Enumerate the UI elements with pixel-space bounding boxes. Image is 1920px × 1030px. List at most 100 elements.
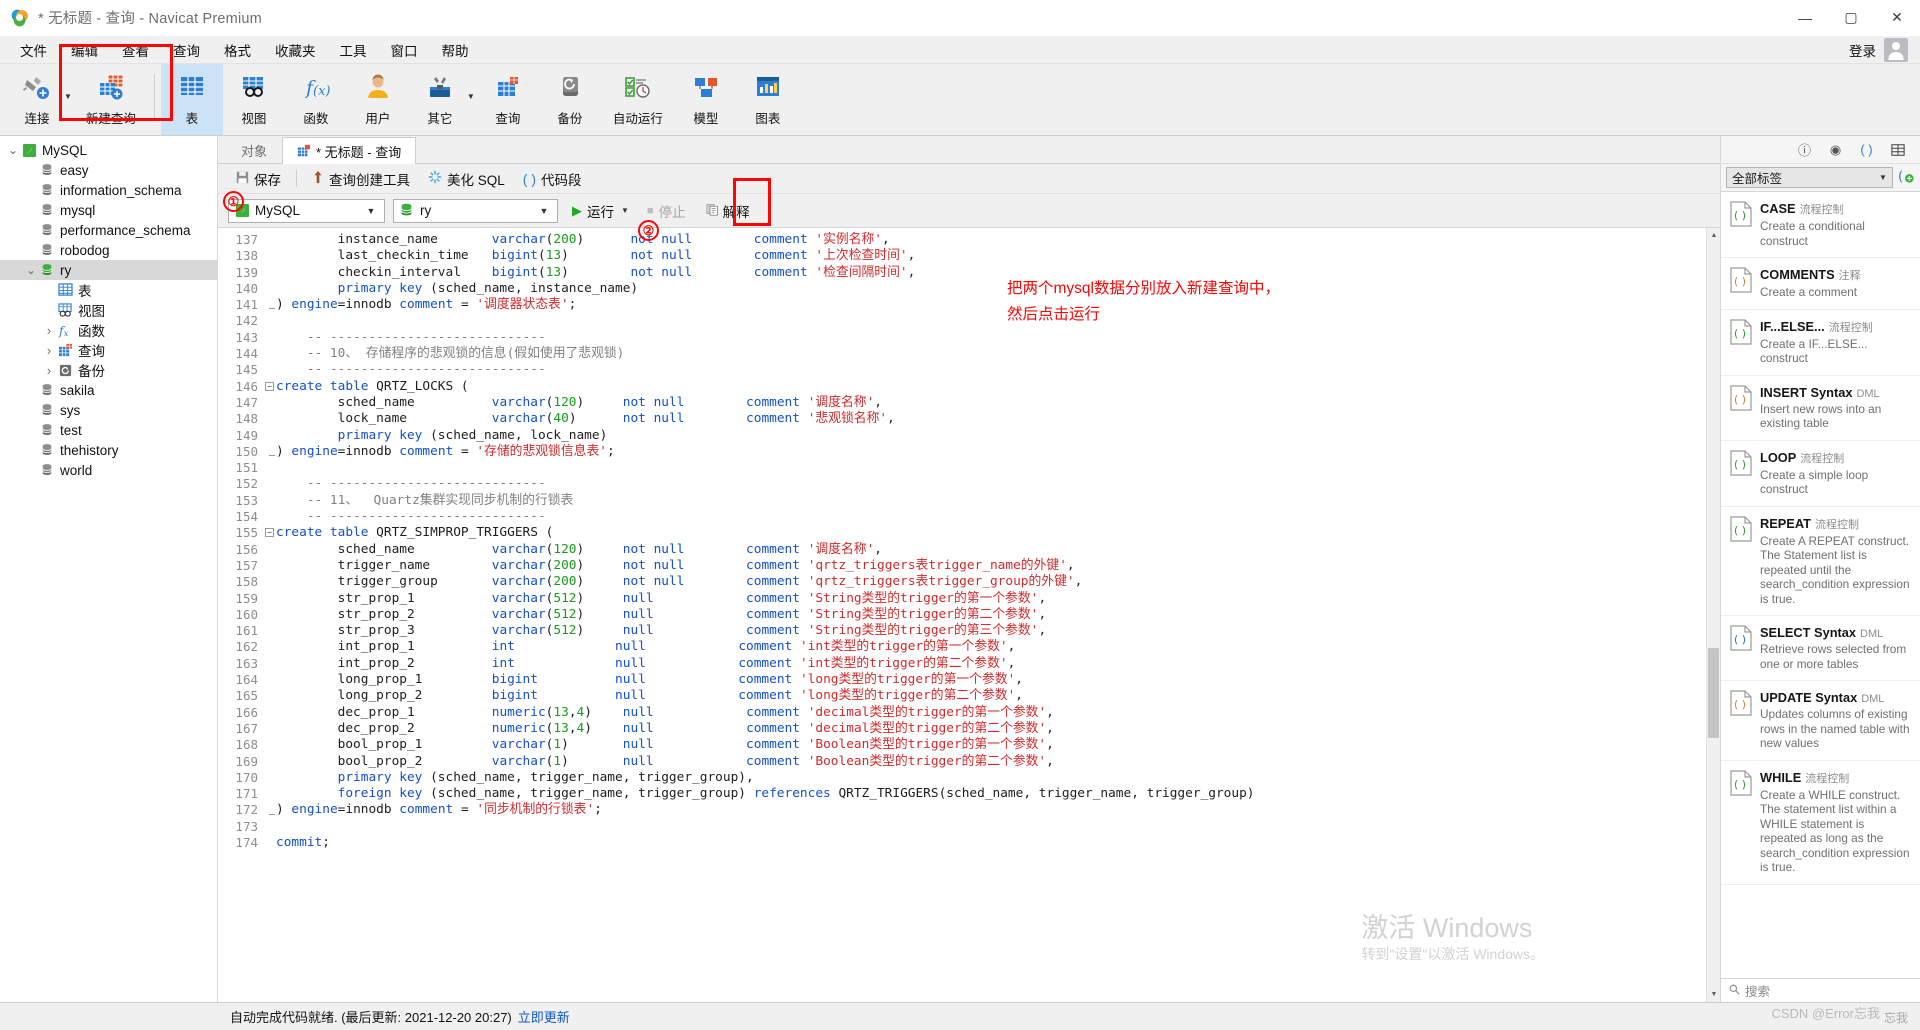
toolbar-others[interactable]: 其它 [409,64,471,135]
snippet-item[interactable]: ( ) COMMENTS 注释 Create a comment [1721,258,1920,310]
tree-item-mysql[interactable]: mysql [0,200,217,220]
tree-item-函数[interactable]: › f x 函数 [0,320,217,340]
snippet-tag-select[interactable]: 全部标签 ▼ [1726,167,1893,188]
preview-icon[interactable]: ◉ [1827,141,1844,158]
snippet-item[interactable]: ( ) UPDATE Syntax DML Updates columns of ex… [1721,681,1920,761]
connection-select[interactable]: MySQL ▼ [228,198,385,223]
code-line[interactable]: ) engine=innodb comment = '调度器状态表'; [276,297,1720,313]
code-line[interactable]: primary key (sched_name, instance_name) [276,281,1720,297]
tree-item-ry[interactable]: ⌄ ry [0,260,217,280]
tab-objects[interactable]: 对象 [226,136,282,163]
code-line[interactable]: dec_prop_2 numeric(13,4) null comment 'd… [276,721,1720,737]
code-line[interactable]: last_checkin_time bigint(13) not null co… [276,248,1720,264]
snippet-item[interactable]: ( ) LOOP 流程控制 Create a simple loop construc… [1721,441,1920,507]
close-button[interactable]: ✕ [1874,0,1920,36]
grid-icon[interactable] [1889,141,1906,158]
code-line[interactable]: create table QRTZ_LOCKS ( [276,379,1720,395]
code-line[interactable]: int_prop_1 int null comment 'int类型的trigg… [276,639,1720,655]
chevron-down-icon[interactable]: ▼ [362,206,380,216]
code-line[interactable]: bool_prop_2 varchar(1) null comment 'Boo… [276,754,1720,770]
toolbar-view[interactable]: 视图 [223,64,285,135]
code-line[interactable]: int_prop_2 int null comment 'int类型的trigg… [276,656,1720,672]
sql-code-area[interactable]: instance_name varchar(200) not null comm… [276,228,1720,1002]
tree-item-thehistory[interactable]: thehistory [0,440,217,460]
menu-item-tools[interactable]: 工具 [328,37,379,63]
toolbar-automation[interactable]: 自动运行 [601,64,675,135]
snippet-icon[interactable]: ( ) [1858,141,1875,158]
code-line[interactable]: long_prop_1 bigint null comment 'long类型的… [276,672,1720,688]
chevron-right-icon[interactable]: › [42,363,56,378]
snippet-list[interactable]: ( ) CASE 流程控制 Create a conditional construc… [1721,192,1920,978]
code-line[interactable]: -- ---------------------------- [276,509,1720,525]
code-line[interactable]: str_prop_3 varchar(512) null comment 'St… [276,623,1720,639]
code-line[interactable]: checkin_interval bigint(13) not null com… [276,265,1720,281]
menu-item-favorites[interactable]: 收藏夹 [263,37,328,63]
tree-item-sys[interactable]: sys [0,400,217,420]
snippet-item[interactable]: ( ) REPEAT 流程控制 Create A REPEAT construct. … [1721,507,1920,616]
code-line[interactable]: sched_name varchar(120) not null comment… [276,542,1720,558]
code-line[interactable]: instance_name varchar(200) not null comm… [276,232,1720,248]
code-line[interactable]: bool_prop_1 varchar(1) null comment 'Boo… [276,737,1720,753]
code-line[interactable]: str_prop_2 varchar(512) null comment 'St… [276,607,1720,623]
tree-item-easy[interactable]: easy [0,160,217,180]
menu-item-query[interactable]: 查询 [161,37,212,63]
code-line[interactable]: trigger_name varchar(200) not null comme… [276,558,1720,574]
toolbar-user[interactable]: 用户 [347,64,409,135]
toolbar-chart[interactable]: 图表 [737,64,799,135]
code-line[interactable]: -- 10、 存储程序的悲观锁的信息(假如使用了悲观锁) [276,346,1720,362]
run-button[interactable]: ▶ 运行 ▼ [566,199,633,223]
beautify-sql-button[interactable]: 美化 SQL [420,167,513,191]
add-snippet-icon[interactable]: ( [1898,168,1915,188]
code-line[interactable]: trigger_group varchar(200) not null comm… [276,574,1720,590]
chevron-right-icon[interactable]: › [42,343,56,358]
code-line[interactable]: -- 11、 Quartz集群实现同步机制的行锁表 [276,493,1720,509]
code-line[interactable]: primary key (sched_name, lock_name) [276,428,1720,444]
code-line[interactable] [276,460,1720,476]
scrollbar-thumb[interactable] [1708,648,1719,738]
run-caret-icon[interactable]: ▼ [621,206,629,215]
snippet-tag-chevron-down-icon[interactable]: ▼ [1876,173,1890,182]
toolbar-table[interactable]: 表 [160,64,223,135]
tree-item-表[interactable]: 表 [0,280,217,300]
avatar[interactable] [1884,37,1908,62]
explain-button[interactable]: 解释 [700,199,756,223]
code-line[interactable]: str_prop_1 varchar(512) null comment 'St… [276,591,1720,607]
editor-vertical-scrollbar[interactable]: ▲ ▼ [1706,228,1720,1002]
snippet-item[interactable]: ( ) IF...ELSE... 流程控制 Create a IF...ELSE...… [1721,310,1920,376]
code-line[interactable]: ) engine=innodb comment = '同步机制的行锁表'; [276,802,1720,818]
code-line[interactable]: -- ---------------------------- [276,476,1720,492]
fold-toggle-icon[interactable]: − [265,381,274,391]
tree-item-备份[interactable]: › 备份 [0,360,217,380]
menu-item-window[interactable]: 窗口 [379,37,430,63]
code-line[interactable]: primary key (sched_name, trigger_name, t… [276,770,1720,786]
snippet-item[interactable]: ( ) SELECT Syntax DML Retrieve rows selecte… [1721,616,1920,681]
chevron-right-icon[interactable]: › [42,323,56,338]
tree-item-MySQL[interactable]: ⌄ MySQL [0,140,217,160]
menu-item-help[interactable]: 帮助 [430,37,481,63]
sql-editor[interactable]: 137 138 139 140 141 142 143 144 145 146 147 148 149 1… [218,228,1720,1002]
tree-item-视图[interactable]: 视图 [0,300,217,320]
snippet-search[interactable]: 搜索 [1721,978,1920,1002]
tab-query[interactable]: * 无标题 - 查询 [282,137,417,164]
menu-item-view[interactable]: 查看 [110,37,161,63]
database-select[interactable]: ry ▼ [393,198,558,223]
toolbar-function[interactable]: f (x) 函数 [285,64,347,135]
toolbar-model[interactable]: 模型 [675,64,737,135]
code-line[interactable]: lock_name varchar(40) not null comment '… [276,411,1720,427]
info-icon[interactable]: ⓘ [1796,141,1813,158]
snippet-item[interactable]: ( ) WHILE 流程控制 Create a WHILE construct. Th… [1721,761,1920,885]
tree-item-information_schema[interactable]: information_schema [0,180,217,200]
minimize-button[interactable]: — [1782,0,1828,36]
tree-item-world[interactable]: world [0,460,217,480]
menu-item-edit[interactable]: 编辑 [59,37,110,63]
toolbar-new-query[interactable]: 新建查询 [74,64,148,135]
code-line[interactable]: -- ---------------------------- [276,362,1720,378]
chevron-down-icon[interactable]: ⌄ [24,263,38,277]
code-line[interactable]: create table QRTZ_SIMPROP_TRIGGERS ( [276,525,1720,541]
chevron-down-icon[interactable]: ⌄ [6,143,20,157]
menu-item-format[interactable]: 格式 [212,37,263,63]
fold-toggle-icon[interactable]: − [265,528,274,538]
tree-item-performance_schema[interactable]: performance_schema [0,220,217,240]
toolbar-backup[interactable]: 备份 [539,64,601,135]
code-line[interactable]: sched_name varchar(120) not null comment… [276,395,1720,411]
